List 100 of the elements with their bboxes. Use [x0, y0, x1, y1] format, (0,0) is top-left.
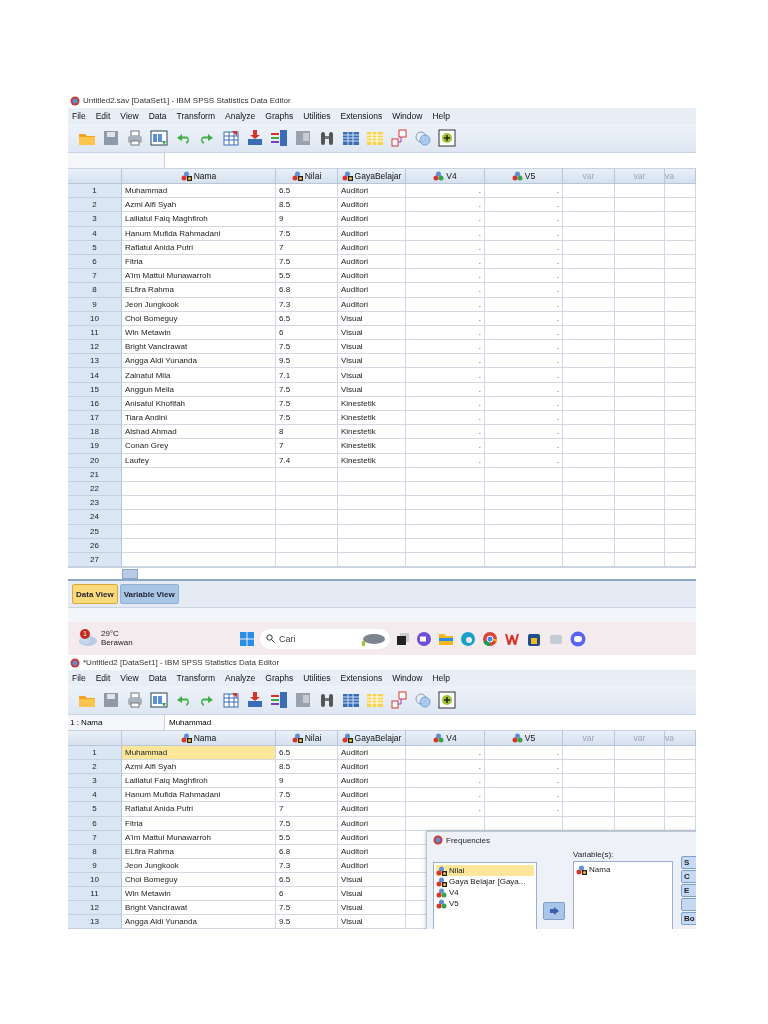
table-cell: . [406, 788, 485, 803]
row-number[interactable]: 1 [68, 184, 122, 199]
column-header[interactable]: Nilai [304, 733, 322, 744]
row-number[interactable]: 12 [68, 340, 122, 355]
source-variable-list[interactable]: Nilai Gaya Belajar [Gaya... V4 V5 [433, 862, 537, 930]
table-cell: . [485, 439, 563, 454]
menu-item[interactable]: Analyze [221, 673, 262, 684]
menu-item[interactable]: Edit [91, 111, 117, 121]
target-variable-list[interactable]: Nama [573, 861, 673, 930]
row-number[interactable]: 3 [68, 774, 122, 789]
menu-item[interactable]: View [116, 673, 145, 684]
row-number[interactable]: 5 [68, 802, 122, 817]
menu-item[interactable]: File [68, 111, 92, 121]
menu-item[interactable]: Extensions [336, 111, 389, 121]
table-cell: Visual [338, 887, 406, 902]
row-number[interactable]: 23 [68, 496, 122, 511]
table-cell: Auditori [338, 746, 406, 761]
row-number[interactable]: 3 [68, 212, 122, 227]
table-cell: Alshad Ahmad [122, 425, 276, 440]
row-number[interactable]: 11 [68, 887, 122, 902]
menu-item[interactable]: Transform [172, 111, 222, 121]
variable-list-item[interactable]: Nama [589, 865, 611, 875]
table-cell: . [406, 269, 485, 284]
menu-item[interactable]: Help [428, 673, 456, 684]
menu-item[interactable]: Graphs [261, 111, 300, 121]
menu-item[interactable]: Window [388, 673, 429, 684]
dialog-button[interactable]: C [681, 870, 696, 884]
column-header[interactable]: V4 [446, 733, 457, 744]
menu-item[interactable]: Utilities [299, 111, 337, 121]
variable-list-item[interactable]: V5 [449, 899, 459, 909]
table-cell: Auditori [338, 212, 406, 227]
column-header[interactable]: Nilai [304, 171, 322, 181]
menu-item[interactable]: Help [428, 111, 456, 121]
window-title: Untitled2.sav [DataSet1] - IBM SPSS Statistics Data Editor [83, 96, 291, 105]
table-cell: . [406, 283, 485, 298]
view-tab[interactable]: Data View [72, 584, 118, 605]
table-cell: . [485, 760, 563, 775]
table-cell: Auditori [338, 760, 406, 775]
temperature: 29°C [101, 629, 120, 639]
table-cell: Auditori [338, 283, 406, 298]
row-number[interactable]: 14 [68, 368, 122, 383]
column-header[interactable]: Nama [193, 733, 217, 744]
table-cell: 6.5 [276, 746, 338, 761]
table-cell: . [485, 283, 563, 298]
column-header[interactable]: V5 [524, 171, 536, 181]
row-number[interactable]: 13 [68, 915, 122, 930]
menu-item[interactable]: Transform [172, 673, 222, 684]
row-number[interactable]: 17 [68, 411, 122, 426]
menu-item[interactable]: Extensions [336, 673, 389, 684]
table-cell: . [406, 802, 485, 817]
row-number[interactable]: 18 [68, 425, 122, 440]
variable-list-item[interactable]: Gaya Belajar [Gaya... [449, 877, 526, 887]
variable-list-item[interactable]: V4 [449, 888, 459, 898]
table-cell: Azmi Alfi Syah [122, 198, 276, 213]
row-number[interactable]: 1 [68, 746, 122, 761]
table-cell: . [406, 746, 485, 761]
table-cell: Rafiatul Anida Putri [122, 802, 276, 817]
row-number[interactable]: 12 [68, 901, 122, 916]
column-header[interactable]: V4 [446, 171, 457, 181]
dialog-button[interactable]: Bo [681, 912, 696, 926]
search-field[interactable]: Cari [260, 628, 390, 649]
table-cell: Visual [338, 915, 406, 930]
table-cell: . [406, 774, 485, 789]
menu-item[interactable]: Edit [91, 673, 117, 684]
table-cell: Bright Vancirawat [122, 340, 276, 355]
row-number[interactable]: 19 [68, 439, 122, 454]
row-number[interactable]: 13 [68, 354, 122, 369]
table-cell: 9 [276, 212, 338, 227]
column-header[interactable]: Nama [193, 171, 217, 181]
menu-item[interactable]: Data [144, 111, 173, 121]
table-cell: Kinestetik [338, 439, 406, 454]
row-number[interactable]: 4 [68, 788, 122, 803]
table-cell: ELfira Rahma [122, 283, 276, 298]
row-number[interactable]: 2 [68, 198, 122, 213]
row-number[interactable]: 7 [68, 269, 122, 284]
variable-list-item[interactable]: Nilai [449, 866, 465, 876]
table-cell: . [485, 425, 563, 440]
menu-item[interactable]: Window [388, 111, 429, 121]
menu-item[interactable]: View [116, 111, 145, 121]
row-number[interactable]: 2 [68, 760, 122, 775]
row-number[interactable]: 24 [68, 510, 122, 525]
table-cell: 8 [276, 425, 338, 440]
menu-item[interactable]: Analyze [221, 111, 262, 121]
table-cell: 6.8 [276, 283, 338, 298]
view-tab[interactable]: Variable View [119, 584, 179, 605]
menu-item[interactable]: Graphs [261, 673, 300, 684]
cell-value-field[interactable]: Muhammad [165, 715, 696, 731]
table-cell: Win Metawin [122, 887, 276, 902]
table-cell: . [485, 198, 563, 213]
table-cell: 8.5 [276, 760, 338, 775]
table-cell: Lailiatul Faiq Maghfiroh [122, 774, 276, 789]
dialog-button[interactable]: S [681, 856, 696, 870]
variables-label: Variable(s): [573, 850, 614, 860]
column-header[interactable]: V5 [524, 733, 536, 744]
row-number[interactable]: 8 [68, 283, 122, 298]
menu-item[interactable]: File [68, 673, 92, 684]
dialog-button[interactable]: E [681, 884, 696, 898]
menu-item[interactable]: Utilities [299, 673, 337, 684]
menu-item[interactable]: Data [144, 673, 173, 684]
table-cell: . [406, 340, 485, 355]
